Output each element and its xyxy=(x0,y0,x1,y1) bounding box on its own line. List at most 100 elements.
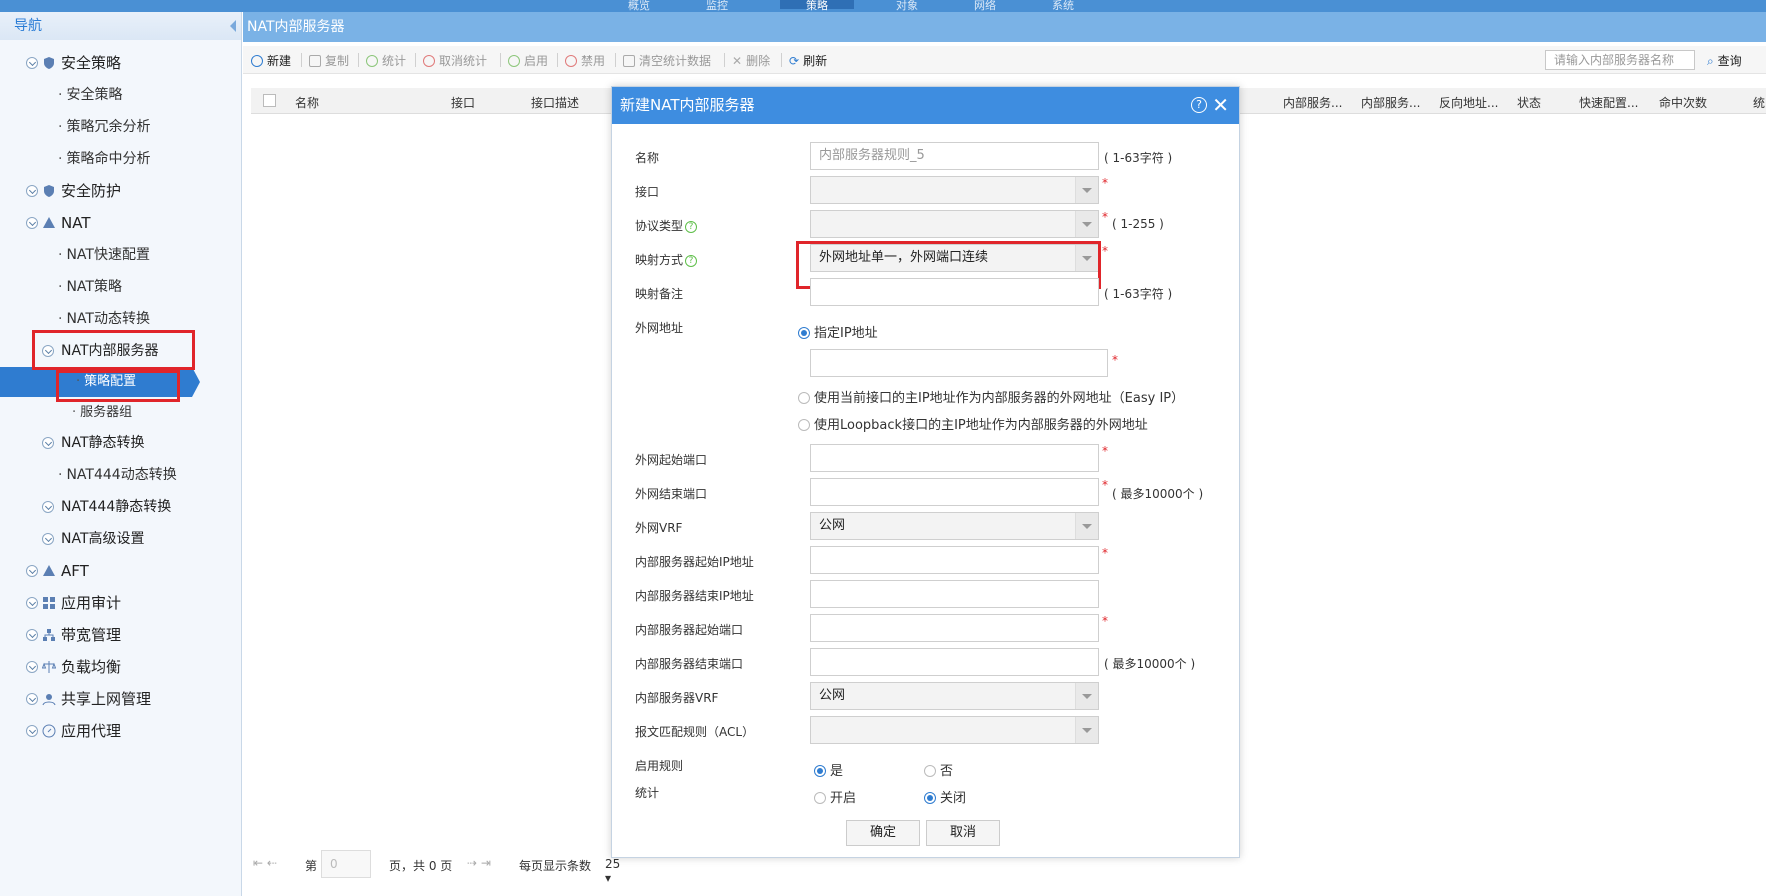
expand-toggle-icon[interactable] xyxy=(26,185,38,197)
page-title: NAT内部服务器 xyxy=(243,12,1766,42)
nav-sub-nat444-dynamic[interactable]: NAT444动态转换 xyxy=(58,460,176,490)
enable-yes-radio[interactable]: 是 xyxy=(814,760,843,779)
network-icon xyxy=(43,217,55,228)
new-nat-server-dialog: 新建NAT内部服务器 ? ✕ 名称 内部服务器规则_5 ( 1-63字符 ) 接… xyxy=(611,86,1240,858)
expand-toggle-icon[interactable] xyxy=(26,57,38,69)
expand-toggle-icon[interactable] xyxy=(42,437,54,449)
column-header[interactable]: 内部服务... xyxy=(1283,94,1342,111)
compass-icon xyxy=(42,724,56,738)
expand-toggle-icon[interactable] xyxy=(26,693,38,705)
int-end-ip-input[interactable] xyxy=(810,580,1099,608)
ext-vrf-label: 外网VRF xyxy=(635,521,683,535)
protocol-select[interactable] xyxy=(810,210,1099,238)
expand-toggle-icon[interactable] xyxy=(26,661,38,673)
collapse-arrow-icon[interactable] xyxy=(230,20,236,32)
acl-label: 报文匹配规则（ACL） xyxy=(635,725,755,739)
int-start-ip-input[interactable] xyxy=(810,546,1099,574)
column-header[interactable]: 内部服务... xyxy=(1361,94,1420,111)
expand-toggle-icon[interactable] xyxy=(26,565,38,577)
int-end-port-input[interactable] xyxy=(810,648,1099,676)
select-all-checkbox[interactable] xyxy=(263,94,276,107)
delete-button[interactable]: ✕ 删除 xyxy=(732,52,770,69)
x-icon: ✕ xyxy=(732,54,743,68)
ext-addr-input[interactable] xyxy=(810,349,1108,377)
column-header[interactable]: 接口 xyxy=(451,94,475,111)
protocol-hint: ( 1-255 ) xyxy=(1112,217,1164,231)
per-page-select[interactable]: 25 ▾ xyxy=(605,857,620,885)
int-start-port-label: 内部服务器起始端口 xyxy=(635,623,744,637)
expand-toggle-icon[interactable] xyxy=(42,501,54,513)
int-vrf-label: 内部服务器VRF xyxy=(635,691,719,705)
expand-toggle-icon[interactable] xyxy=(26,597,38,609)
stats-button[interactable]: 统计 xyxy=(366,52,406,69)
expand-toggle-icon[interactable] xyxy=(26,725,38,737)
query-button[interactable]: ⌕ 查询 xyxy=(1707,52,1742,69)
mapping-note-label: 映射备注 xyxy=(635,287,684,301)
name-label: 名称 xyxy=(635,151,660,165)
plus-icon xyxy=(251,55,263,67)
nav-leaf-server-group[interactable]: 服务器组 xyxy=(72,398,132,428)
ext-end-port-hint: ( 最多10000个 ) xyxy=(1112,487,1204,501)
search-input[interactable]: 请输入内部服务器名称 xyxy=(1545,50,1695,70)
page-nav-first-prev-icon[interactable]: ⇤ ⇠ xyxy=(253,856,313,870)
expand-toggle-icon[interactable] xyxy=(42,533,54,545)
new-button[interactable]: 新建 xyxy=(251,52,291,69)
column-header[interactable]: 接口描述 xyxy=(531,94,579,111)
page-number-input[interactable]: 0 xyxy=(321,850,371,878)
nav-sub-policy-hit[interactable]: 策略命中分析 xyxy=(58,144,150,174)
nav-sub-nat-policy[interactable]: NAT策略 xyxy=(58,272,122,302)
int-vrf-select[interactable]: 公网 xyxy=(810,682,1099,710)
column-header[interactable]: 名称 xyxy=(295,94,319,111)
stats-off-radio[interactable]: 关闭 xyxy=(924,787,966,806)
mapping-note-input[interactable] xyxy=(810,278,1099,306)
column-header[interactable]: 状态 xyxy=(1517,94,1541,111)
cancel-stats-button[interactable]: 取消统计 xyxy=(423,52,487,69)
name-hint: ( 1-63字符 ) xyxy=(1104,151,1173,165)
column-header[interactable]: 反向地址... xyxy=(1439,94,1498,111)
help-icon[interactable]: ? xyxy=(1191,97,1207,113)
protocol-label: 协议类型? xyxy=(635,217,698,234)
chevron-down-icon xyxy=(1082,694,1092,699)
column-header[interactable]: 统 xyxy=(1753,94,1765,111)
refresh-icon: ⟳ xyxy=(789,54,800,68)
expand-toggle-icon[interactable] xyxy=(26,629,38,641)
int-start-port-input[interactable] xyxy=(810,614,1099,642)
acl-select[interactable] xyxy=(810,716,1099,744)
nav-sub-security-policy[interactable]: 安全策略 xyxy=(58,80,122,110)
ext-addr-specify-radio[interactable]: 指定IP地址 xyxy=(798,322,878,341)
chevron-down-icon xyxy=(1082,188,1092,193)
refresh-button[interactable]: ⟳ 刷新 xyxy=(789,52,827,69)
tab-policy[interactable]: 策略 xyxy=(780,0,854,12)
nav-sub-policy-redundancy[interactable]: 策略冗余分析 xyxy=(58,112,150,142)
page-nav-next-last-icon[interactable]: ⇢ ⇥ xyxy=(467,856,517,870)
stats-on-radio[interactable]: 开启 xyxy=(814,787,856,806)
shield-icon xyxy=(44,185,54,197)
help-icon: ? xyxy=(685,255,698,267)
ext-vrf-select[interactable]: 公网 xyxy=(810,512,1099,540)
name-input[interactable]: 内部服务器规则_5 xyxy=(810,142,1099,170)
column-header[interactable]: 快速配置... xyxy=(1579,94,1638,111)
column-header[interactable]: 命中次数 xyxy=(1659,94,1707,111)
grid-icon xyxy=(43,597,55,609)
close-icon[interactable]: ✕ xyxy=(1212,93,1229,117)
nav-sub-nat-quick[interactable]: NAT快速配置 xyxy=(58,240,150,270)
chevron-down-icon xyxy=(1082,256,1092,261)
users-icon xyxy=(42,694,56,706)
ok-button[interactable]: 确定 xyxy=(846,820,920,846)
enable-button[interactable]: 启用 xyxy=(508,52,548,69)
sidebar-nav: 导航 安全策略 安全策略 策略冗余分析 策略命中分析 安全防护 NAT NAT快… xyxy=(0,12,242,896)
copy-button[interactable]: 复制 xyxy=(309,52,349,69)
chevron-down-icon xyxy=(1082,728,1092,733)
expand-toggle-icon[interactable] xyxy=(26,217,38,229)
mapping-note-hint: ( 1-63字符 ) xyxy=(1104,287,1173,301)
enable-no-radio[interactable]: 否 xyxy=(924,760,953,779)
disable-button[interactable]: 禁用 xyxy=(565,52,605,69)
clear-stats-button[interactable]: 清空统计数据 xyxy=(623,52,711,69)
ext-end-port-input[interactable] xyxy=(810,478,1099,506)
interface-select[interactable] xyxy=(810,176,1099,204)
ext-start-port-input[interactable] xyxy=(810,444,1099,472)
help-icon: ? xyxy=(685,221,698,233)
ext-addr-easyip-radio[interactable]: 使用当前接口的主IP地址作为内部服务器的外网地址（Easy IP） xyxy=(798,387,1184,406)
ext-addr-loopback-radio[interactable]: 使用Loopback接口的主IP地址作为内部服务器的外网地址 xyxy=(798,414,1148,433)
cancel-button[interactable]: 取消 xyxy=(926,820,1000,846)
